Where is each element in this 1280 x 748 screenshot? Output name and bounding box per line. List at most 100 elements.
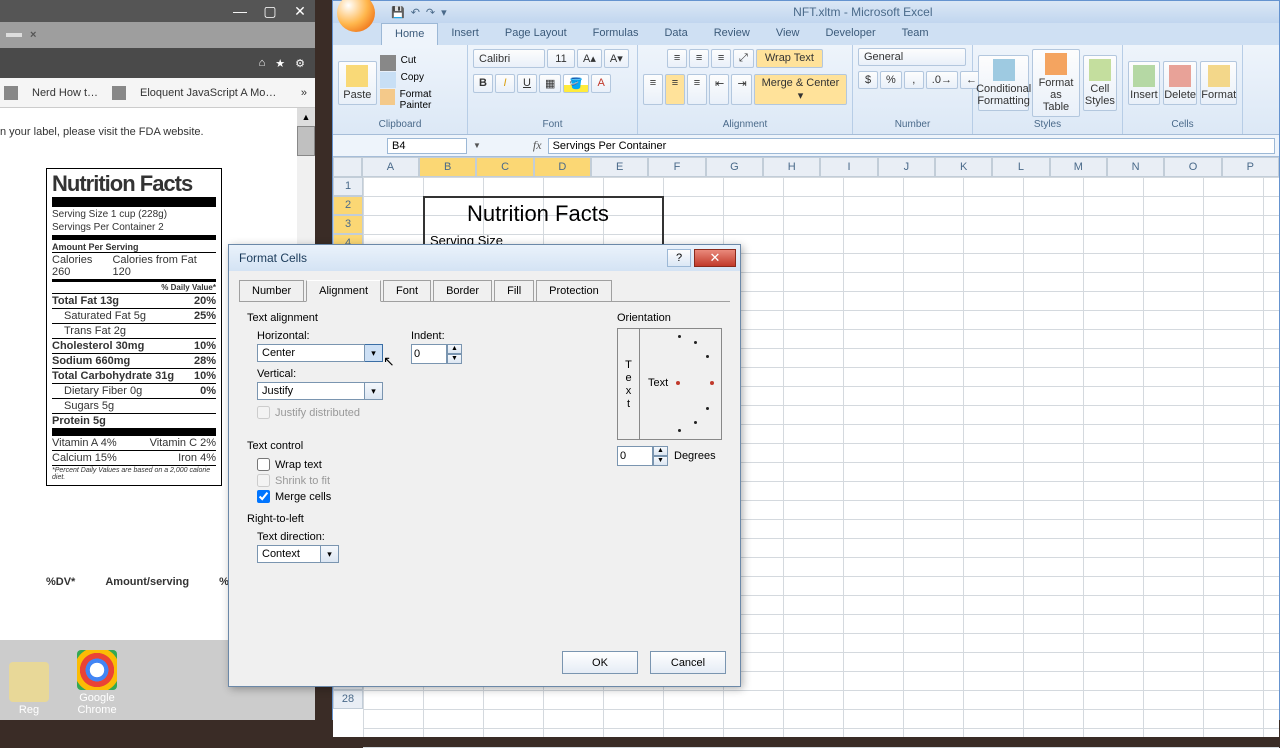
merge-cells-checkbox[interactable]: Merge cells	[257, 490, 587, 503]
scroll-up-icon[interactable]: ▲	[297, 108, 315, 126]
namebox-dropdown-icon[interactable]: ▼	[473, 141, 481, 150]
align-left-button[interactable]: ≡	[643, 74, 663, 105]
spin-up-icon[interactable]: ▲	[447, 344, 462, 354]
gear-icon[interactable]: ⚙	[295, 57, 305, 70]
browser-tab[interactable]	[6, 33, 22, 37]
maximize-icon[interactable]: ▢	[259, 2, 281, 20]
fill-color-button[interactable]: 🪣	[563, 74, 589, 93]
taskbar-item[interactable]: Reg	[6, 662, 52, 716]
tab-review[interactable]: Review	[701, 23, 763, 45]
comma-button[interactable]: ,	[904, 71, 924, 89]
close-button[interactable]: ✕	[694, 249, 736, 267]
shrink-font-button[interactable]: A▾	[604, 49, 629, 68]
font-color-button[interactable]: A	[591, 74, 611, 93]
dropdown-icon[interactable]: ▾	[321, 545, 339, 563]
cell-styles-button[interactable]: Cell Styles	[1083, 55, 1117, 111]
format-as-table-button[interactable]: Format as Table	[1032, 49, 1080, 117]
insert-button[interactable]: Insert	[1128, 61, 1160, 105]
currency-button[interactable]: $	[858, 71, 878, 89]
tab-alignment[interactable]: Alignment	[306, 280, 381, 302]
bookmark-item[interactable]: Nerd How t…	[32, 87, 98, 99]
italic-button[interactable]: I	[495, 74, 515, 93]
align-bottom-button[interactable]: ≡	[711, 49, 731, 68]
vertical-text-button[interactable]: Text	[618, 329, 640, 439]
horizontal-combo[interactable]: ▾	[257, 344, 383, 362]
align-center-button[interactable]: ≡	[665, 74, 685, 105]
wrap-text-checkbox[interactable]: Wrap text	[257, 458, 587, 471]
font-name-input[interactable]	[473, 49, 545, 68]
border-button[interactable]: ▦	[539, 74, 561, 93]
spin-down-icon[interactable]: ▼	[653, 456, 668, 466]
help-button[interactable]: ?	[667, 249, 691, 267]
formula-input[interactable]	[548, 138, 1275, 154]
chevron-right-icon[interactable]: »	[301, 87, 307, 99]
horizontal-input[interactable]	[257, 344, 365, 362]
undo-icon[interactable]: ↶	[411, 6, 420, 19]
indent-input[interactable]	[411, 344, 447, 364]
conditional-formatting-button[interactable]: Conditional Formatting	[978, 55, 1029, 111]
align-right-button[interactable]: ≡	[687, 74, 707, 105]
save-icon[interactable]: 💾	[391, 6, 405, 19]
wrap-text-button[interactable]: Wrap Text	[756, 49, 823, 68]
tab-developer[interactable]: Developer	[812, 23, 888, 45]
merge-center-button[interactable]: Merge & Center ▾	[754, 74, 847, 105]
tab-data[interactable]: Data	[651, 23, 700, 45]
minimize-icon[interactable]: —	[229, 2, 251, 20]
tab-page-layout[interactable]: Page Layout	[492, 23, 580, 45]
dropdown-icon[interactable]: ▾	[365, 344, 383, 362]
number-format-input[interactable]	[858, 48, 966, 66]
ok-button[interactable]: OK	[562, 651, 638, 674]
tab-formulas[interactable]: Formulas	[580, 23, 652, 45]
percent-button[interactable]: %	[880, 71, 902, 89]
orientation-button[interactable]: ⤢	[733, 49, 754, 68]
star-icon[interactable]: ★	[275, 57, 285, 70]
tab-protection[interactable]: Protection	[536, 280, 612, 302]
indent-spinner[interactable]: ▲▼	[411, 344, 462, 364]
cut-button[interactable]: Cut	[401, 55, 417, 71]
spin-up-icon[interactable]: ▲	[653, 446, 668, 456]
fx-icon[interactable]: fx	[533, 138, 542, 153]
close-icon[interactable]: ✕	[289, 2, 311, 20]
bookmark-item[interactable]: Eloquent JavaScript A Mo…	[140, 87, 276, 99]
tab-border[interactable]: Border	[433, 280, 492, 302]
bold-button[interactable]: B	[473, 74, 493, 93]
cancel-button[interactable]: Cancel	[650, 651, 726, 674]
tab-fill[interactable]: Fill	[494, 280, 534, 302]
home-icon[interactable]: ⌂	[259, 57, 266, 69]
degrees-input[interactable]	[617, 446, 653, 466]
text-direction-combo[interactable]: ▾	[257, 545, 342, 563]
tab-view[interactable]: View	[763, 23, 813, 45]
orientation-box[interactable]: Text Text	[617, 328, 722, 440]
dialog-titlebar[interactable]: Format Cells ? ✕	[229, 245, 740, 271]
nutrition-title: Nutrition Facts	[52, 173, 216, 207]
grow-font-button[interactable]: A▴	[577, 49, 602, 68]
align-top-button[interactable]: ≡	[667, 49, 687, 68]
align-middle-button[interactable]: ≡	[689, 49, 709, 68]
dropdown-icon[interactable]: ▾	[365, 382, 383, 400]
redo-icon[interactable]: ↷	[426, 6, 435, 19]
format-button[interactable]: Format	[1200, 61, 1237, 105]
underline-button[interactable]: U	[517, 74, 537, 93]
tab-number[interactable]: Number	[239, 280, 304, 302]
increase-decimal-button[interactable]: .0→	[926, 71, 958, 89]
increase-indent-button[interactable]: ⇥	[731, 74, 751, 105]
tab-team[interactable]: Team	[889, 23, 942, 45]
font-size-input[interactable]	[547, 49, 575, 68]
tab-font[interactable]: Font	[383, 280, 431, 302]
decrease-indent-button[interactable]: ⇤	[709, 74, 729, 105]
spin-down-icon[interactable]: ▼	[447, 354, 462, 364]
tab-home[interactable]: Home	[381, 23, 438, 45]
scroll-thumb[interactable]	[297, 126, 315, 156]
vertical-combo[interactable]: ▾	[257, 382, 383, 400]
paste-button[interactable]: Paste	[338, 61, 377, 105]
format-painter-button[interactable]: Format Painter	[400, 89, 462, 111]
name-box[interactable]	[387, 138, 467, 154]
taskbar-item-chrome[interactable]: Google Chrome	[74, 650, 120, 716]
copy-button[interactable]: Copy	[401, 72, 424, 88]
degrees-spinner[interactable]: ▲▼	[617, 446, 668, 466]
tab-insert[interactable]: Insert	[438, 23, 492, 45]
text-direction-input[interactable]	[257, 545, 321, 563]
delete-button[interactable]: Delete	[1163, 61, 1198, 105]
tab-close-icon[interactable]: ×	[30, 29, 36, 41]
vertical-input[interactable]	[257, 382, 365, 400]
